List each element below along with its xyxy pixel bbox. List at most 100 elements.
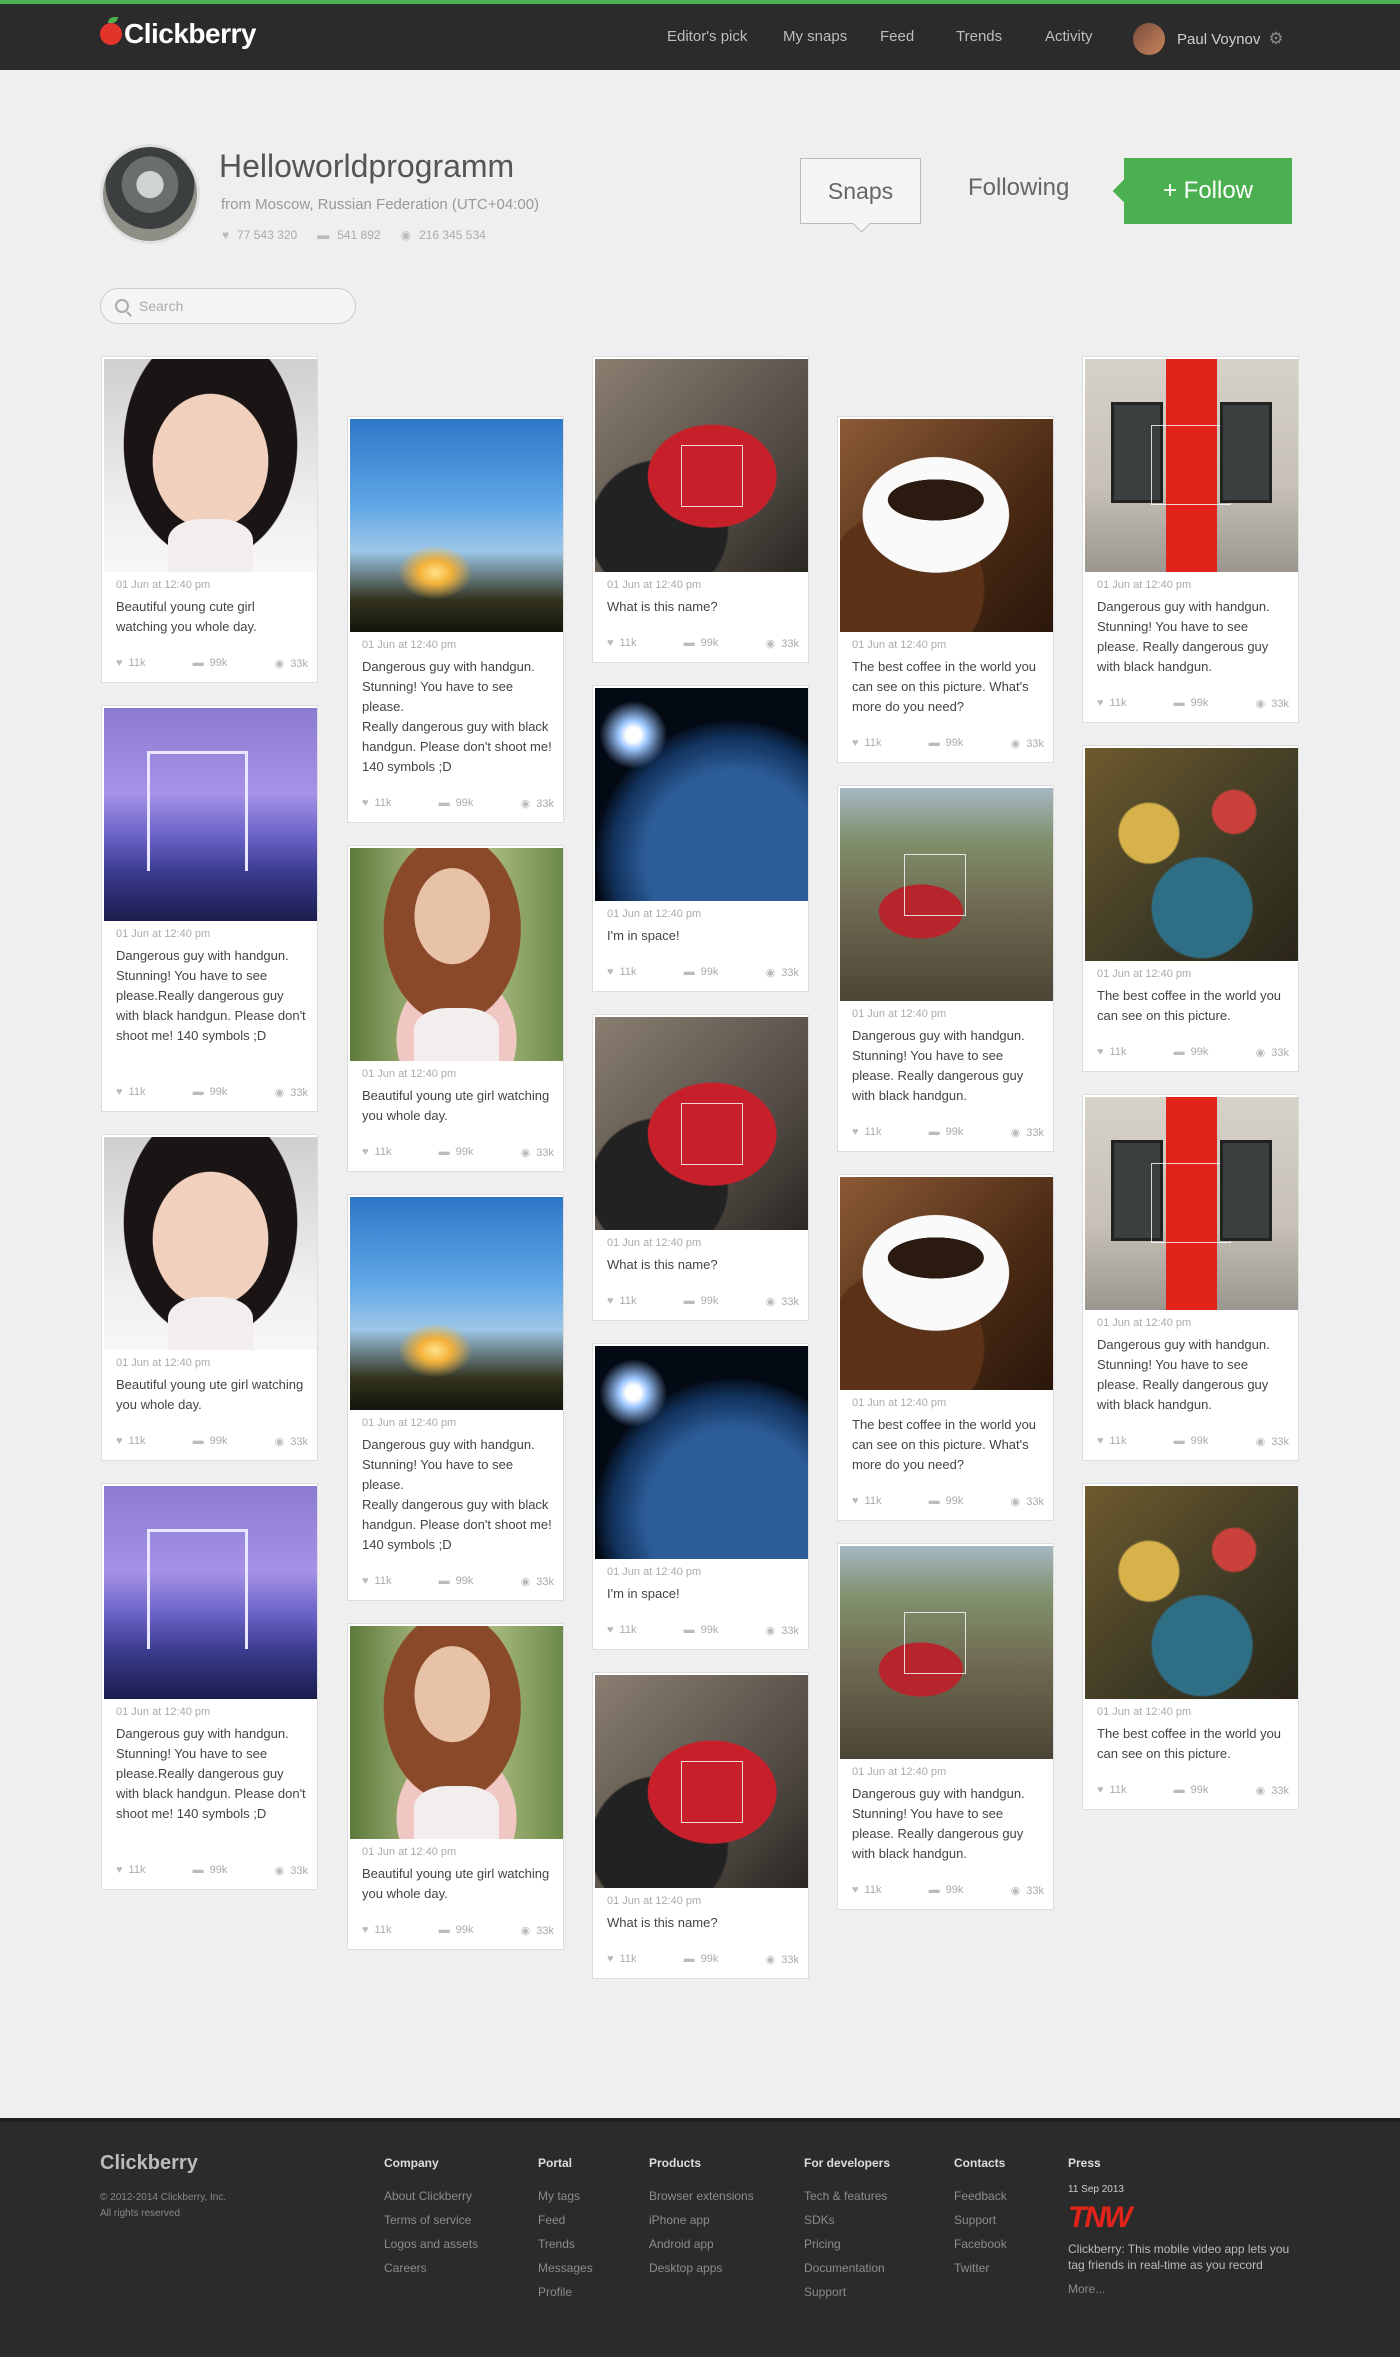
heart-count[interactable]: ♥ 11k xyxy=(1097,1435,1126,1448)
footer-link[interactable]: Trends xyxy=(538,2232,593,2256)
snap-image[interactable] xyxy=(350,419,563,632)
comment-count[interactable]: ▬ 99k xyxy=(193,657,228,670)
footer-link[interactable]: Logos and assets xyxy=(384,2232,478,2256)
footer-logo[interactable]: Clickberry xyxy=(100,2152,198,2175)
footer-link[interactable]: Feed xyxy=(538,2208,593,2232)
snap-image[interactable] xyxy=(1085,748,1298,961)
footer-link[interactable]: Twitter xyxy=(954,2256,1007,2280)
heart-count[interactable]: ♥ 11k xyxy=(1097,697,1126,710)
snap-card[interactable]: 01 Jun at 12:40 pm Beautiful young ute gi… xyxy=(347,1623,564,1950)
nav-my-snaps[interactable]: My snaps xyxy=(783,28,847,45)
heart-count[interactable]: ♥ 11k xyxy=(362,1146,391,1159)
footer-link[interactable]: Careers xyxy=(384,2256,478,2280)
comment-count[interactable]: ▬ 99k xyxy=(193,1086,228,1099)
tab-following[interactable]: Following xyxy=(968,174,1069,202)
snap-card[interactable]: 01 Jun at 12:40 pm Beautiful young ute gi… xyxy=(101,1134,318,1461)
snap-image[interactable] xyxy=(350,848,563,1061)
heart-count[interactable]: ♥ 11k xyxy=(362,1575,391,1588)
snap-image[interactable] xyxy=(595,1017,808,1230)
snap-image[interactable] xyxy=(104,708,317,921)
tnw-logo[interactable]: TNW xyxy=(1068,2201,1298,2235)
snap-card[interactable]: 01 Jun at 12:40 pm What is this name? ♥ 11k… xyxy=(592,1014,809,1321)
eye-count[interactable]: ◉ 33k xyxy=(1256,1784,1289,1797)
heart-count[interactable]: ♥ 11k xyxy=(362,1924,391,1937)
eye-count[interactable]: ◉ 33k xyxy=(275,1086,308,1099)
comment-count[interactable]: ▬ 99k xyxy=(1174,1046,1209,1059)
heart-count[interactable]: ♥ 11k xyxy=(607,637,636,650)
eye-count[interactable]: ◉ 33k xyxy=(1256,1435,1289,1448)
heart-count[interactable]: ♥ 11k xyxy=(852,1495,881,1508)
snap-card[interactable]: 01 Jun at 12:40 pm Dangerous guy with han… xyxy=(1082,1094,1299,1461)
footer-link[interactable]: Feedback xyxy=(954,2184,1007,2208)
footer-link[interactable]: Profile xyxy=(538,2280,593,2304)
snap-image[interactable] xyxy=(104,1486,317,1699)
eye-count[interactable]: ◉ 33k xyxy=(1011,1495,1044,1508)
avatar[interactable] xyxy=(1133,23,1165,55)
eye-count[interactable]: ◉ 33k xyxy=(521,1575,554,1588)
heart-count[interactable]: ♥ 11k xyxy=(116,657,145,670)
snap-card[interactable]: 01 Jun at 12:40 pm Beautiful young ute gi… xyxy=(347,845,564,1172)
user-menu[interactable]: Paul Voynov ⚙ xyxy=(1133,23,1284,55)
snap-image[interactable] xyxy=(104,1137,317,1350)
comment-count[interactable]: ▬ 99k xyxy=(439,797,474,810)
eye-count[interactable]: ◉ 33k xyxy=(1256,1046,1289,1059)
eye-count[interactable]: ◉ 33k xyxy=(275,1435,308,1448)
heart-count[interactable]: ♥ 11k xyxy=(116,1864,145,1877)
footer-link[interactable]: Messages xyxy=(538,2256,593,2280)
snap-image[interactable] xyxy=(595,688,808,901)
gear-icon[interactable]: ⚙ xyxy=(1268,29,1283,49)
footer-link[interactable]: iPhone app xyxy=(649,2208,754,2232)
tag-frame[interactable] xyxy=(681,445,743,507)
snap-card[interactable]: 01 Jun at 12:40 pm The best coffee in the… xyxy=(837,1174,1054,1521)
comment-count[interactable]: ▬ 99k xyxy=(684,637,719,650)
eye-count[interactable]: ◉ 33k xyxy=(1011,1126,1044,1139)
snap-image[interactable] xyxy=(595,1675,808,1888)
footer-link[interactable]: Pricing xyxy=(804,2232,890,2256)
footer-link[interactable]: SDKs xyxy=(804,2208,890,2232)
snap-image[interactable] xyxy=(350,1626,563,1839)
snap-card[interactable]: 01 Jun at 12:40 pm What is this name? ♥ 11k… xyxy=(592,1672,809,1979)
snap-card[interactable]: 01 Jun at 12:40 pm I'm in space! ♥ 11k ▬ 99k ◉… xyxy=(592,1343,809,1650)
comment-count[interactable]: ▬ 99k xyxy=(1174,1784,1209,1797)
eye-count[interactable]: ◉ 33k xyxy=(521,1924,554,1937)
comment-count[interactable]: ▬ 99k xyxy=(439,1146,474,1159)
snap-image[interactable] xyxy=(1085,1097,1298,1310)
comment-count[interactable]: ▬ 99k xyxy=(929,1126,964,1139)
search-input[interactable] xyxy=(139,298,339,314)
user-name[interactable]: Paul Voynov xyxy=(1177,31,1260,48)
logo[interactable]: Clickberry xyxy=(100,17,256,50)
comment-count[interactable]: ▬ 99k xyxy=(929,1884,964,1897)
eye-count[interactable]: ◉ 33k xyxy=(521,1146,554,1159)
tag-frame[interactable] xyxy=(1151,1163,1231,1243)
snap-card[interactable]: 01 Jun at 12:40 pm The best coffee in the… xyxy=(1082,1483,1299,1810)
snap-card[interactable]: 01 Jun at 12:40 pm Dangerous guy with han… xyxy=(347,1194,564,1601)
follow-button[interactable]: + Follow xyxy=(1124,158,1292,224)
footer-link[interactable]: Support xyxy=(954,2208,1007,2232)
snap-card[interactable]: 01 Jun at 12:40 pm The best coffee in the… xyxy=(1082,745,1299,1072)
comment-count[interactable]: ▬ 99k xyxy=(684,1624,719,1637)
snap-image[interactable] xyxy=(350,1197,563,1410)
comment-count[interactable]: ▬ 99k xyxy=(439,1924,474,1937)
snap-image[interactable] xyxy=(1085,359,1298,572)
heart-count[interactable]: ♥ 11k xyxy=(1097,1046,1126,1059)
comment-count[interactable]: ▬ 99k xyxy=(1174,1435,1209,1448)
nav-editors-pick[interactable]: Editor's pick xyxy=(667,28,747,45)
snap-card[interactable]: 01 Jun at 12:40 pm Dangerous guy with han… xyxy=(347,416,564,823)
footer-link[interactable]: Facebook xyxy=(954,2232,1007,2256)
eye-count[interactable]: ◉ 33k xyxy=(766,1295,799,1308)
nav-activity[interactable]: Activity xyxy=(1045,28,1093,45)
tag-frame[interactable] xyxy=(1151,425,1231,505)
nav-feed[interactable]: Feed xyxy=(880,28,914,45)
comment-count[interactable]: ▬ 99k xyxy=(929,1495,964,1508)
comment-count[interactable]: ▬ 99k xyxy=(439,1575,474,1588)
eye-count[interactable]: ◉ 33k xyxy=(521,797,554,810)
heart-count[interactable]: ♥ 11k xyxy=(607,966,636,979)
footer-link[interactable]: Support xyxy=(804,2280,890,2304)
comment-count[interactable]: ▬ 99k xyxy=(684,1953,719,1966)
comment-count[interactable]: ▬ 99k xyxy=(1174,697,1209,710)
comment-count[interactable]: ▬ 99k xyxy=(684,1295,719,1308)
eye-count[interactable]: ◉ 33k xyxy=(766,966,799,979)
heart-count[interactable]: ♥ 11k xyxy=(1097,1784,1126,1797)
press-more-link[interactable]: More... xyxy=(1068,2277,1298,2301)
tag-frame[interactable] xyxy=(904,854,966,916)
